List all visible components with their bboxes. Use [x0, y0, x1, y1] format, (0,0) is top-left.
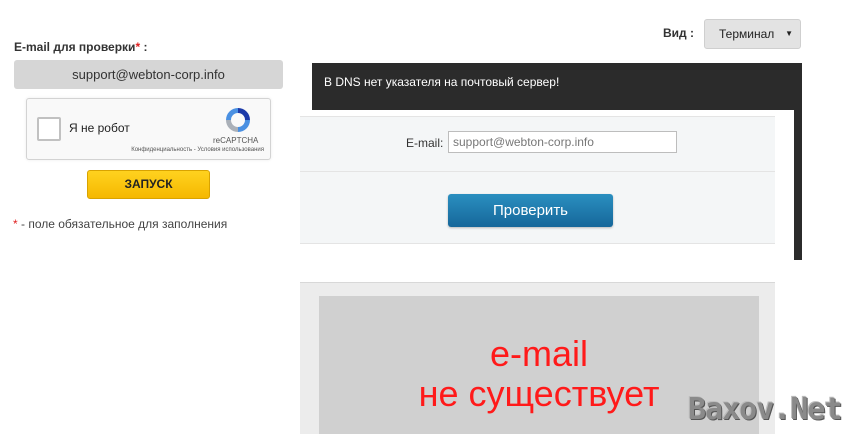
captcha-checkbox-label: Я не робот: [69, 121, 130, 135]
panel-divider: [300, 171, 775, 172]
view-label: Вид :: [663, 26, 694, 40]
panel-edge: [794, 110, 802, 260]
page: E-mail для проверки* : support@webton-co…: [0, 0, 850, 434]
email-label-text: E-mail для проверки: [14, 40, 136, 54]
recaptcha-widget: Я не робот reCAPTCHA Конфиденциальность …: [26, 98, 271, 160]
captcha-checkbox[interactable]: [37, 117, 61, 141]
view-select[interactable]: Терминал ▼: [704, 19, 801, 49]
email-value-field[interactable]: support@webton-corp.info: [14, 60, 283, 89]
email-label-colon: :: [140, 40, 148, 54]
watermark: Baxov.Net: [688, 392, 843, 427]
chevron-down-icon: ▼: [785, 29, 793, 38]
recaptcha-links[interactable]: Конфиденциальность - Условия использован…: [131, 147, 264, 153]
email-field-label: E-mail:: [406, 136, 444, 150]
verdict-line1: e-mail: [489, 333, 588, 374]
recaptcha-brand: reCAPTCHA: [213, 136, 259, 145]
email-label: E-mail для проверки* :: [14, 40, 147, 54]
email-field[interactable]: support@webton-corp.info: [448, 131, 677, 153]
check-panel: E-mail: support@webton-corp.info Провери…: [300, 116, 775, 244]
required-note-text: - поле обязательное для заполнения: [17, 217, 228, 231]
dns-message-bar: В DNS нет указателя на почтовый сервер!: [312, 63, 802, 110]
recaptcha-icon: [226, 108, 250, 132]
required-note: * - поле обязательное для заполнения: [13, 217, 227, 231]
view-select-value: Терминал: [719, 27, 775, 41]
check-button[interactable]: Проверить: [448, 194, 613, 227]
start-button[interactable]: ЗАПУСК: [87, 170, 210, 199]
